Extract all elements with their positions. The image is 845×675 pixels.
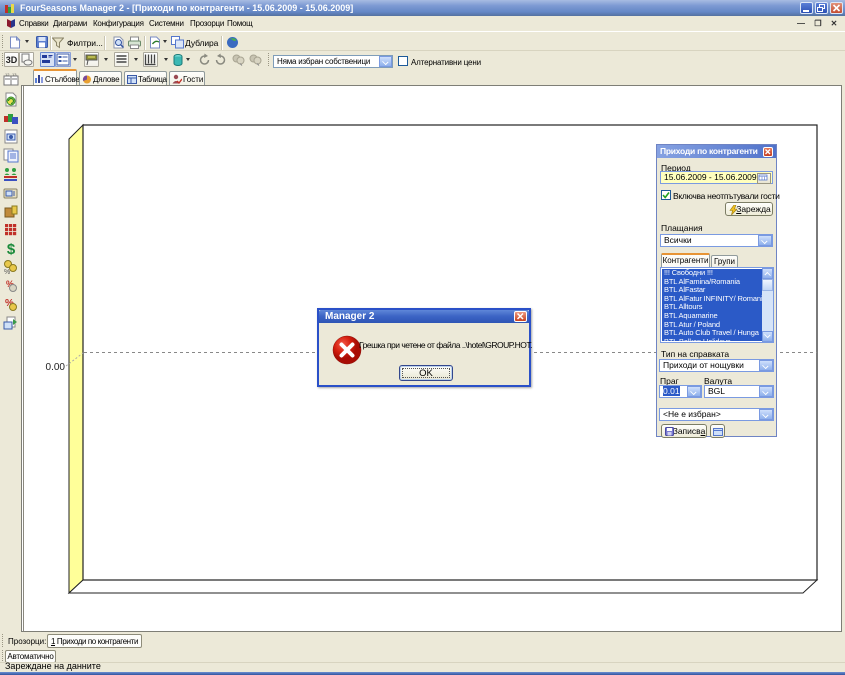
svg-text:12: 12 bbox=[5, 73, 10, 77]
svg-text:0.00: 0.00 bbox=[46, 362, 66, 373]
svg-text:$: $ bbox=[7, 241, 16, 256]
svg-text:%: % bbox=[4, 269, 10, 275]
svg-text:13: 13 bbox=[12, 73, 17, 77]
svg-text:3D: 3D bbox=[6, 55, 18, 65]
